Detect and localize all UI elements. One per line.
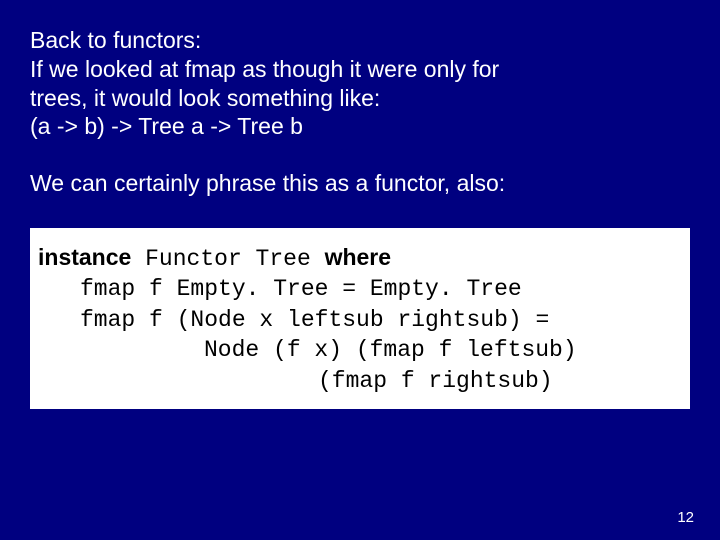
code-line: fmap f (Node x leftsub rightsub) = [38,305,682,336]
code-block: instance Functor Tree where fmap f Empty… [30,228,690,409]
code-text: Functor Tree [131,246,324,272]
slide: Back to functors: If we looked at fmap a… [0,0,720,540]
paragraph-2: We can certainly phrase this as a functo… [30,169,690,198]
text-line: We can certainly phrase this as a functo… [30,169,690,198]
page-number: 12 [677,509,694,526]
paragraph-1: Back to functors: If we looked at fmap a… [30,26,690,141]
code-line: (fmap f rightsub) [38,366,682,397]
text-line: Back to functors: [30,26,690,55]
keyword-where: where [325,244,391,270]
code-line: Node (f x) (fmap f leftsub) [38,335,682,366]
text-line: If we looked at fmap as though it were o… [30,55,690,84]
text-line: trees, it would look something like: [30,84,690,113]
code-line: instance Functor Tree where [38,242,682,275]
text-line: (a -> b) -> Tree a -> Tree b [30,112,690,141]
code-line: fmap f Empty. Tree = Empty. Tree [38,274,682,305]
keyword-instance: instance [38,244,131,270]
